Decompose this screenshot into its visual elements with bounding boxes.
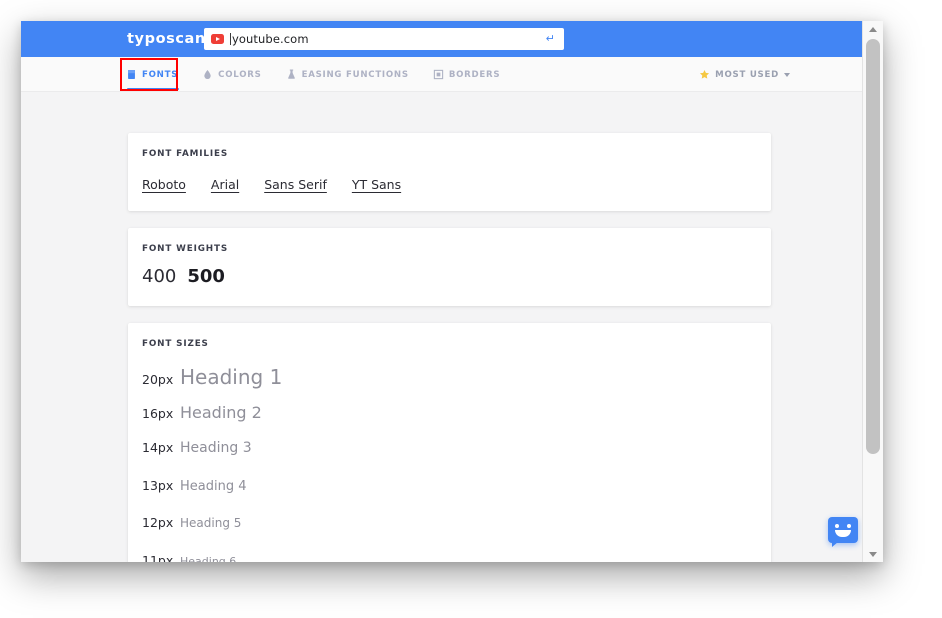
tab-fonts[interactable]: FONTS (126, 57, 180, 92)
font-size-sample: Heading 1 (180, 365, 283, 389)
star-icon (700, 69, 710, 79)
tab-fonts-label: FONTS (142, 69, 179, 80)
font-size-value: 11px (142, 552, 174, 563)
document-icon (128, 70, 135, 79)
font-size-row[interactable]: 20px Heading 1 (128, 365, 771, 403)
enter-submit-icon[interactable]: ↵ (546, 33, 555, 45)
youtube-favicon-icon (211, 34, 224, 44)
tab-list: FONTS COLORS EASING FUNCTIONS BORDERS (126, 57, 500, 92)
app-window: typoscan youtube.com ↵ FONTS COLORS EASI… (21, 21, 883, 562)
font-size-value: 16px (142, 405, 174, 421)
tab-easing-functions[interactable]: EASING FUNCTIONS (286, 57, 409, 92)
screenshot-root: typoscan youtube.com ↵ FONTS COLORS EASI… (0, 0, 942, 618)
font-sizes-title: FONT SIZES (142, 339, 209, 349)
url-input[interactable]: youtube.com ↵ (204, 28, 564, 50)
font-size-row[interactable]: 16px Heading 2 (128, 403, 771, 441)
font-size-row[interactable]: 11px Heading 6 (128, 553, 771, 563)
nav-bar: FONTS COLORS EASING FUNCTIONS BORDERS MO… (21, 57, 862, 92)
font-size-sample: Heading 3 (180, 440, 252, 456)
square-icon (433, 69, 444, 80)
tab-borders[interactable]: BORDERS (433, 57, 501, 92)
chevron-down-icon (784, 72, 790, 77)
font-weights-title: FONT WEIGHTS (142, 244, 229, 254)
tab-colors-label: COLORS (218, 69, 262, 80)
app-header: typoscan youtube.com ↵ (21, 21, 862, 57)
font-size-sample: Heading 5 (180, 516, 242, 530)
font-size-sample: Heading 4 (180, 478, 247, 494)
font-size-row[interactable]: 12px Heading 5 (128, 515, 771, 553)
font-size-row[interactable]: 13px Heading 4 (128, 478, 771, 516)
flask-icon (287, 69, 295, 79)
text-caret (230, 33, 231, 45)
font-weight-item[interactable]: 400 (142, 266, 176, 287)
content-area: FONT FAMILIES Roboto Arial Sans Serif YT… (21, 92, 862, 562)
font-weights-card: FONT WEIGHTS 400 500 (128, 228, 771, 306)
url-input-value: youtube.com (232, 32, 309, 46)
font-size-value: 13px (142, 477, 174, 493)
chat-smile-icon[interactable] (828, 517, 858, 547)
font-families-card: FONT FAMILIES Roboto Arial Sans Serif YT… (128, 133, 771, 211)
scroll-down-arrow-icon[interactable] (863, 546, 883, 562)
chat-eye-right (847, 524, 851, 528)
font-weights-list: 400 500 (128, 254, 771, 287)
tab-borders-label: BORDERS (448, 69, 501, 80)
font-family-item[interactable]: Arial (211, 177, 239, 192)
scroll-up-arrow-icon[interactable] (863, 21, 883, 37)
app-logo: typoscan (127, 31, 206, 47)
font-family-item[interactable]: Sans Serif (264, 177, 327, 192)
tab-colors[interactable]: COLORS (202, 57, 261, 92)
font-family-item[interactable]: Roboto (142, 177, 186, 192)
font-size-value: 20px (142, 372, 174, 387)
vertical-scrollbar[interactable] (862, 21, 883, 562)
font-sizes-list: 20px Heading 1 16px Heading 2 14px Heading 31… (128, 349, 771, 562)
font-sizes-card: FONT SIZES 20px Heading 1 16px Heading 2 14p… (128, 323, 771, 562)
chat-eye-left (835, 524, 839, 528)
most-used-label: MOST USED (715, 69, 779, 80)
font-size-sample: Heading 6 (180, 554, 237, 563)
font-size-row[interactable]: 14px Heading 3 (128, 440, 771, 478)
tab-easing-functions-label: EASING FUNCTIONS (301, 69, 409, 80)
font-size-value: 12px (142, 515, 174, 530)
scrollbar-thumb[interactable] (866, 39, 880, 454)
font-size-sample: Heading 2 (180, 402, 262, 422)
font-family-item[interactable]: YT Sans (352, 177, 401, 192)
font-weight-item[interactable]: 500 (187, 266, 225, 287)
chat-mouth (835, 530, 851, 537)
droplet-icon (204, 70, 211, 80)
most-used-filter[interactable]: MOST USED (699, 57, 790, 92)
font-size-value: 14px (142, 440, 174, 455)
font-families-title: FONT FAMILIES (142, 149, 229, 159)
font-families-list: Roboto Arial Sans Serif YT Sans (128, 159, 771, 192)
